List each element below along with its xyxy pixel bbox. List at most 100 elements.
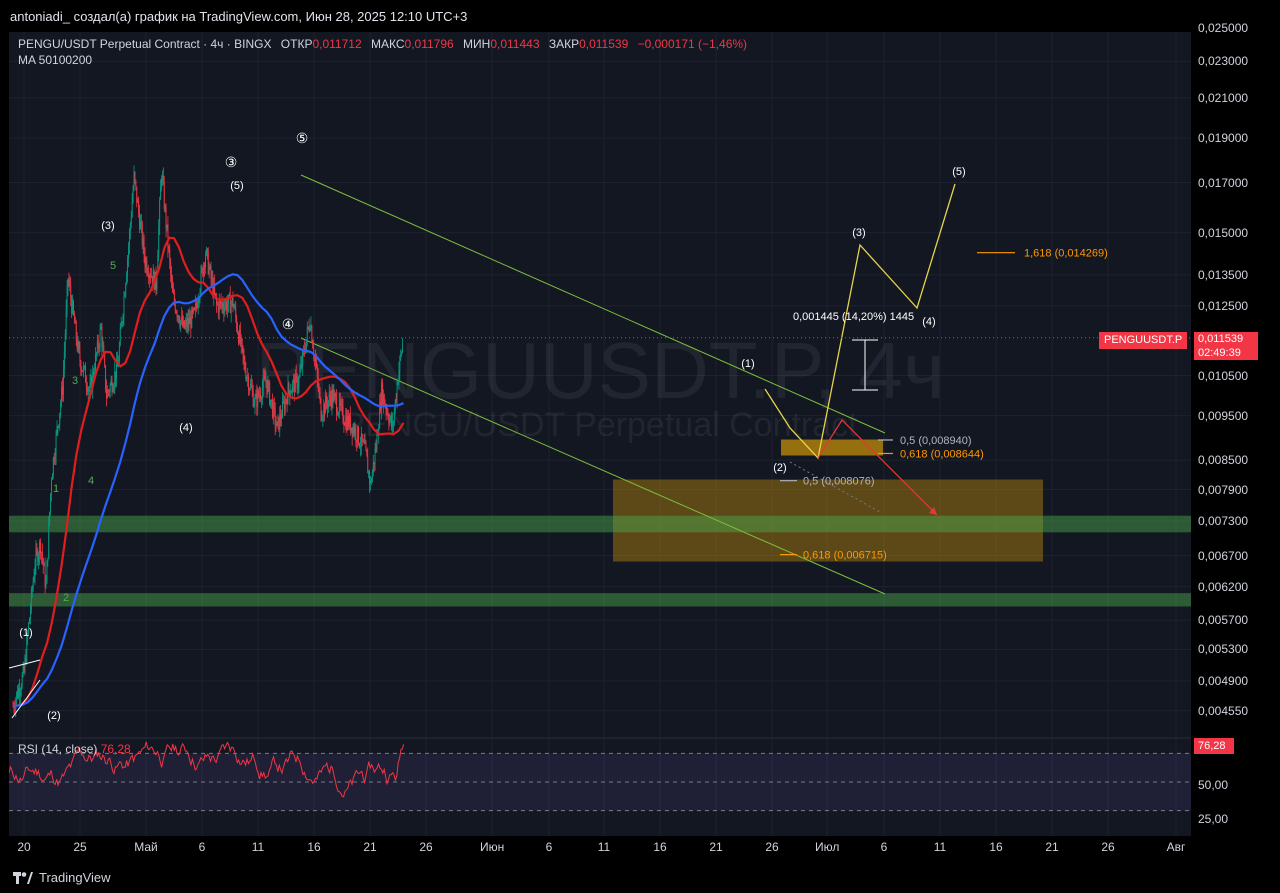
time-axis-label: 21 — [1045, 840, 1059, 854]
support-zone-lower — [9, 593, 1191, 607]
candle-body — [47, 557, 49, 562]
candle-body — [39, 541, 41, 556]
candle-body — [368, 471, 370, 474]
price-axis-label: 0,009500 — [1198, 408, 1249, 423]
candle-body — [41, 552, 43, 559]
candle-body — [145, 260, 147, 267]
candle-body — [231, 297, 233, 304]
candle-body — [196, 305, 198, 308]
candle-body — [388, 418, 390, 424]
candle-body — [283, 401, 285, 411]
candle-body — [106, 390, 108, 399]
price-axis-label: 0,015000 — [1198, 225, 1249, 240]
candle-body — [123, 296, 125, 317]
candle-body — [246, 377, 248, 379]
candle-body — [310, 325, 312, 329]
candle-body — [164, 206, 166, 209]
candle-body — [340, 403, 342, 406]
candle-body — [348, 415, 349, 427]
candle-body — [60, 402, 62, 413]
candle-body — [74, 321, 76, 324]
candle-body — [172, 292, 174, 294]
legend-change: −0,000171 (−1,46%) — [637, 37, 748, 51]
candle-body — [216, 304, 218, 306]
fib-level-label: 0,618 (0,006715) — [803, 550, 887, 562]
candle-body — [312, 342, 314, 349]
time-axis-label: 20 — [17, 840, 31, 854]
fib-level-label: 0,5 (0,008940) — [900, 435, 972, 447]
wave-label: (2) — [47, 710, 60, 722]
fib-level-label: 0,618 (0,008644) — [900, 448, 984, 460]
candle-body — [244, 360, 246, 371]
legend-open-label: ОТКР — [280, 37, 313, 51]
candle-body — [372, 462, 374, 472]
candle-body — [361, 433, 363, 442]
time-axis-label: Май — [134, 840, 158, 854]
candle-body — [249, 383, 251, 389]
candle-body — [183, 320, 185, 329]
candle-body — [254, 398, 256, 405]
candle-body — [322, 416, 324, 420]
candle-body — [315, 357, 316, 364]
candle-body — [386, 411, 388, 413]
candle-body — [319, 391, 321, 399]
candle-body — [320, 398, 322, 421]
candle-body — [35, 549, 37, 567]
fib-level-label: 0,5 (0,008076) — [803, 476, 875, 488]
last-price-tag: 0,011539 02:49:39 — [1194, 332, 1258, 360]
candle-body — [398, 370, 400, 383]
candle-body — [33, 576, 35, 582]
price-axis-label: 0,013500 — [1198, 267, 1249, 282]
tradingview-brand[interactable]: TradingView — [13, 870, 111, 885]
bar-countdown: 02:49:39 — [1198, 347, 1241, 359]
rsi-label: RSI (14, close) — [18, 742, 98, 756]
candle-body — [359, 444, 360, 447]
candle-body — [69, 283, 71, 287]
time-axis-label: Июл — [815, 840, 840, 854]
candle-body — [235, 307, 237, 318]
wave-label: 1 — [53, 483, 59, 495]
candle-body — [295, 373, 297, 376]
candle-body — [20, 687, 22, 692]
candle-body — [402, 343, 404, 353]
legend-high-value: 0,011796 — [404, 37, 454, 51]
candle-body — [51, 480, 52, 494]
candle-body — [238, 329, 240, 343]
legend-low-value: 0,011443 — [490, 37, 540, 51]
last-price-value: 0,011539 — [1198, 333, 1244, 345]
wave-label: (4) — [179, 422, 192, 434]
candle-body — [250, 383, 252, 388]
chart-pane[interactable]: PENGUUSDT.P, 4ч PENGU/USDT Perpetual Cont… — [9, 32, 1191, 836]
candle-body — [191, 309, 193, 329]
wave-label: (3) — [852, 227, 865, 239]
candle-body — [79, 350, 81, 362]
candle-body — [248, 376, 250, 391]
rsi-value-tag: 76,28 — [1194, 738, 1234, 754]
candle-body — [390, 416, 392, 420]
candle-body — [184, 323, 186, 329]
candle-body — [180, 320, 182, 327]
candle-body — [192, 309, 194, 312]
candle-body — [77, 342, 79, 350]
candle-body — [381, 382, 383, 405]
candle-body — [118, 345, 120, 362]
price-chart-svg[interactable]: PENGUUSDT.P, 4чPENGU/USDT Perpetual Cont… — [9, 32, 1191, 836]
candle-body — [44, 564, 46, 587]
candle-body — [324, 404, 326, 414]
candle-body — [122, 316, 124, 323]
candle-body — [119, 328, 121, 346]
candle-body — [293, 379, 294, 383]
candle-body — [276, 421, 278, 426]
candle-body — [146, 260, 148, 273]
price-axis-label: 0,006700 — [1198, 548, 1249, 563]
candle-body — [241, 339, 243, 346]
candle-body — [114, 371, 116, 386]
wave-label: 5 — [110, 260, 116, 272]
candle-body — [158, 226, 160, 255]
wave-label: (5) — [230, 180, 243, 192]
candle-body — [347, 415, 349, 430]
candle-body — [271, 400, 273, 418]
candle-body — [14, 708, 16, 710]
candle-body — [23, 665, 25, 672]
price-axis-label: 0,007900 — [1198, 482, 1249, 497]
